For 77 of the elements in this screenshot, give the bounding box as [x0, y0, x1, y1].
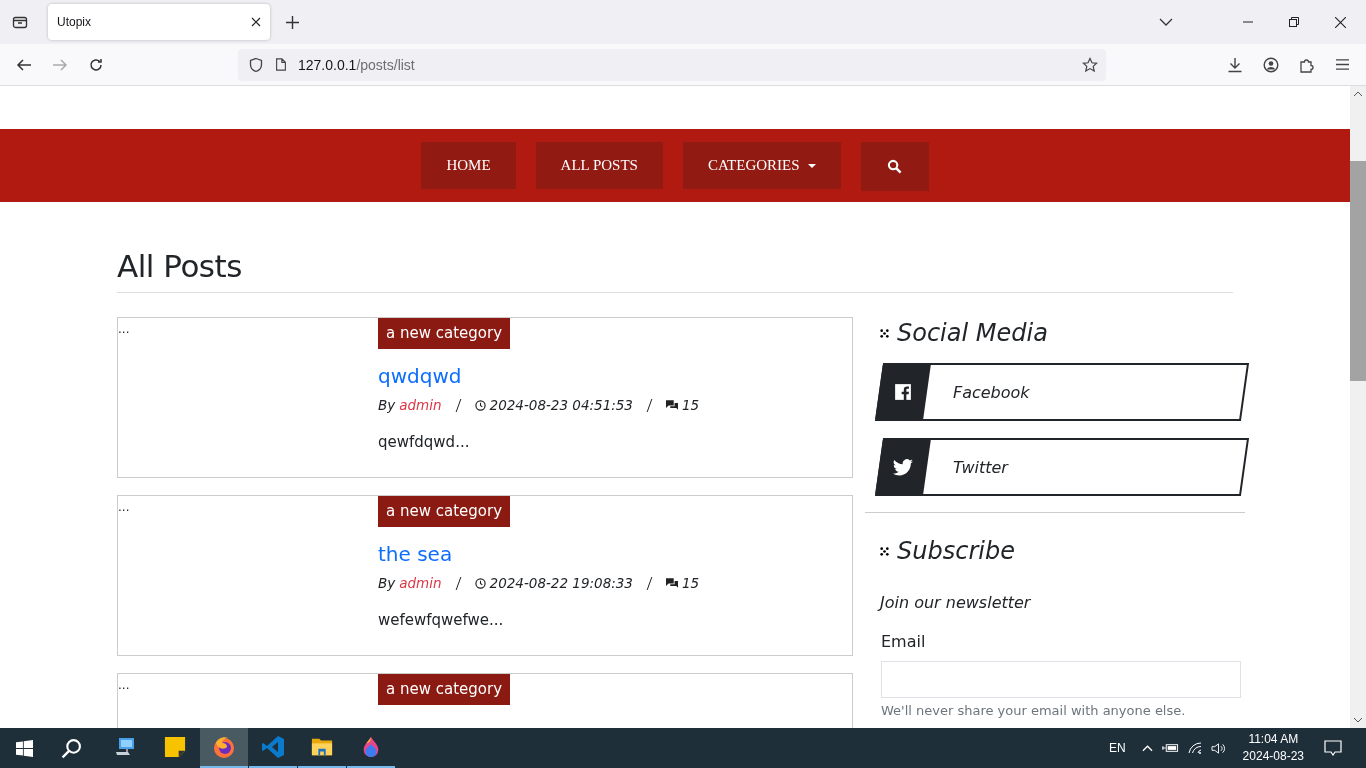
nav-link[interactable]: ALL POSTS	[535, 142, 663, 189]
shield-icon	[248, 56, 264, 73]
post-date: 2024-08-22 19:08:33	[489, 575, 633, 591]
menu-icon[interactable]	[1335, 58, 1350, 71]
chevron-down-icon[interactable]	[1159, 18, 1173, 26]
category-tag[interactable]: a new category	[378, 318, 511, 349]
post-date: 2024-08-23 04:51:53	[489, 397, 633, 413]
help-text: We'll never share your email with anyone else.	[881, 703, 1187, 718]
post-excerpt: qewfdqwd...	[378, 433, 470, 451]
byline: By	[378, 397, 396, 413]
windows-icon[interactable]	[16, 739, 33, 757]
social-link[interactable]: Facebook	[874, 363, 1250, 421]
post-title[interactable]: qwdqwd	[378, 364, 462, 388]
comments-icon	[665, 577, 678, 589]
clock-icon	[474, 399, 486, 411]
browser-tab[interactable]: Utopix	[48, 4, 270, 40]
star-icon[interactable]	[1082, 56, 1098, 73]
code-editor-icon	[261, 735, 285, 759]
address-bar[interactable]: 127.0.0.1/posts/list	[238, 48, 1106, 81]
scroll-thumb[interactable]	[1350, 161, 1366, 381]
post-excerpt: wefewfqwefwe...	[378, 611, 504, 629]
clock-time[interactable]: 11:04 AM	[1248, 731, 1299, 748]
close-icon[interactable]	[251, 17, 261, 27]
clock-icon	[474, 577, 486, 589]
tab-list-icon[interactable]	[12, 14, 28, 30]
close-icon[interactable]	[1335, 16, 1346, 28]
email-field[interactable]	[881, 661, 1241, 698]
category-tag[interactable]: a new category	[378, 496, 511, 527]
battery-icon[interactable]	[1161, 743, 1179, 753]
image-alt-text: ...	[118, 500, 130, 514]
back-icon[interactable]	[16, 56, 32, 73]
email-label: Email	[881, 632, 927, 651]
dots-icon	[880, 546, 889, 556]
wifi-icon[interactable]	[1187, 742, 1202, 754]
nav-link[interactable]: HOME	[421, 142, 516, 189]
search-icon[interactable]	[61, 737, 82, 759]
comment-count: 15	[681, 397, 700, 413]
restore-icon[interactable]	[1289, 17, 1299, 27]
fox-globe-icon	[212, 735, 236, 759]
chevron-up-icon[interactable]	[1141, 744, 1153, 752]
scroll-up-icon[interactable]	[1354, 91, 1362, 96]
dots-icon	[880, 328, 889, 338]
page-icon	[274, 57, 288, 72]
image-alt-text: ...	[118, 678, 130, 692]
sidebar-heading: Subscribe	[897, 537, 1015, 565]
url-text: 127.0.0.1/posts/list	[298, 56, 415, 73]
tab-title: Utopix	[57, 15, 92, 29]
caret-icon	[807, 163, 816, 168]
facebook-icon	[894, 383, 912, 401]
puzzle-icon[interactable]	[1299, 56, 1315, 73]
folder-icon	[310, 736, 334, 758]
sidebar-heading: Social Media	[897, 319, 1048, 347]
category-tag[interactable]: a new category	[378, 674, 511, 705]
comment-count: 15	[681, 575, 700, 591]
reload-icon[interactable]	[88, 56, 104, 73]
bird-icon	[893, 458, 913, 476]
byline: By	[378, 575, 396, 591]
comments-icon	[665, 399, 678, 411]
account-icon[interactable]	[1263, 56, 1279, 73]
author-link[interactable]: admin	[399, 575, 442, 591]
nav-dropdown[interactable]: CATEGORIES	[682, 142, 841, 189]
download-icon[interactable]	[1227, 56, 1243, 73]
new-tab-icon[interactable]	[286, 15, 299, 29]
taskbar-app[interactable]	[200, 728, 248, 768]
clock-date[interactable]: 2024-08-23	[1242, 748, 1304, 765]
language-indicator[interactable]: EN	[1108, 741, 1126, 755]
notification-icon[interactable]	[1324, 740, 1342, 756]
post-title[interactable]: the sea	[378, 542, 453, 566]
search-icon	[887, 159, 903, 174]
sticky-note-icon	[164, 736, 186, 758]
speaker-icon[interactable]	[1210, 741, 1226, 755]
page-heading: All Posts	[117, 248, 1233, 293]
author-link[interactable]: admin	[399, 397, 442, 413]
image-alt-text: ...	[118, 322, 130, 336]
scroll-down-icon[interactable]	[1354, 718, 1362, 723]
social-link[interactable]: Twitter	[874, 438, 1250, 496]
scrollbar[interactable]	[1350, 86, 1366, 728]
